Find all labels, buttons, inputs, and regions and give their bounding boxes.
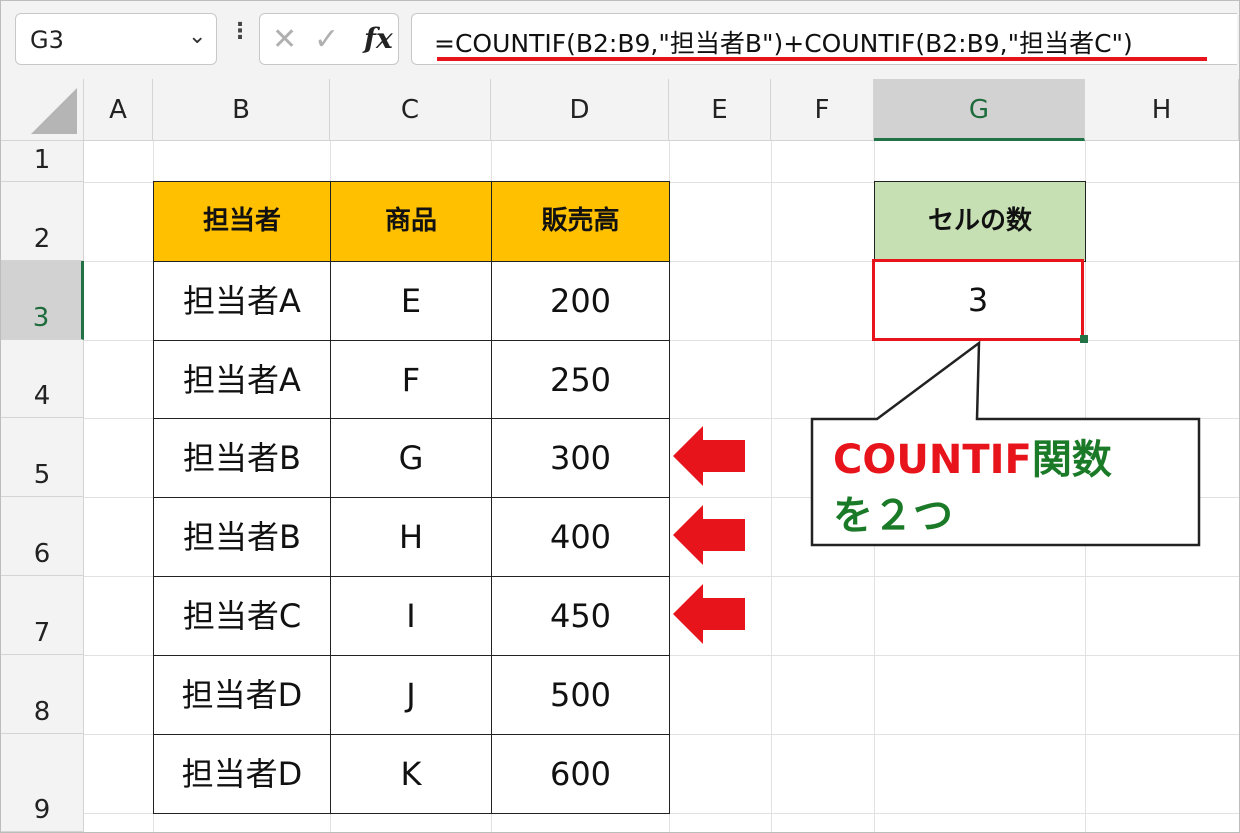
- enter-icon[interactable]: ✓: [314, 22, 339, 57]
- chevron-down-icon[interactable]: ⌄: [188, 24, 206, 49]
- cell-g2[interactable]: セルの数: [874, 181, 1086, 262]
- cell-d8[interactable]: 500: [491, 655, 670, 735]
- gridline: [771, 141, 772, 832]
- formula-buttons: ✕ ✓ fx: [259, 13, 399, 65]
- formula-underline: [437, 57, 1207, 61]
- cell-d3[interactable]: 200: [491, 261, 670, 341]
- callout-green-text: 関数: [1031, 437, 1112, 483]
- cell-c6[interactable]: H: [330, 497, 492, 577]
- more-options-icon[interactable]: ⋮: [229, 19, 251, 44]
- column-header-b[interactable]: B: [153, 79, 330, 141]
- cell-b9[interactable]: 担当者D: [153, 734, 331, 814]
- cell-d7[interactable]: 450: [491, 576, 670, 656]
- fill-handle[interactable]: [1080, 335, 1088, 343]
- cell-b4[interactable]: 担当者A: [153, 340, 331, 419]
- callout-red-text: COUNTIF: [833, 437, 1032, 483]
- row-header-4[interactable]: 4: [1, 340, 84, 418]
- cell-b5[interactable]: 担当者B: [153, 418, 331, 498]
- cell-b7[interactable]: 担当者C: [153, 576, 331, 656]
- red-arrow-icon: [673, 584, 745, 644]
- cell-c8[interactable]: J: [330, 655, 492, 735]
- row-header-2[interactable]: 2: [1, 182, 84, 261]
- insert-function-icon[interactable]: fx: [364, 22, 393, 55]
- column-header-g[interactable]: G: [874, 79, 1085, 141]
- formula-bar: G3 ⌄ ⋮ ✕ ✓ fx =COUNTIF(B2:B9,"担当者B")+COU…: [1, 1, 1239, 79]
- cell-c4[interactable]: F: [330, 340, 492, 419]
- column-header-c[interactable]: C: [330, 79, 491, 141]
- cell-c7[interactable]: I: [330, 576, 492, 656]
- row-header-6[interactable]: 6: [1, 497, 84, 576]
- name-box[interactable]: G3 ⌄: [15, 13, 217, 65]
- row-header-5[interactable]: 5: [1, 418, 84, 497]
- row-header-8[interactable]: 8: [1, 655, 84, 734]
- select-all-icon: [31, 88, 77, 134]
- cell-c2[interactable]: 商品: [330, 181, 492, 262]
- cell-b6[interactable]: 担当者B: [153, 497, 331, 577]
- name-box-value: G3: [30, 26, 64, 54]
- cell-c5[interactable]: G: [330, 418, 492, 498]
- cell-d5[interactable]: 300: [491, 418, 670, 498]
- row-header-1[interactable]: 1: [1, 141, 84, 182]
- red-arrow-icon: [673, 426, 745, 486]
- column-header-d[interactable]: D: [491, 79, 669, 141]
- cell-c3[interactable]: E: [330, 261, 492, 341]
- cell-g3[interactable]: 3: [872, 259, 1084, 341]
- column-header-e[interactable]: E: [669, 79, 771, 141]
- spreadsheet-window: G3 ⌄ ⋮ ✕ ✓ fx =COUNTIF(B2:B9,"担当者B")+COU…: [0, 0, 1240, 833]
- callout-text-line1: COUNTIF関数: [833, 427, 1112, 485]
- row-header-9[interactable]: 9: [1, 734, 84, 832]
- column-header-a[interactable]: A: [84, 79, 153, 141]
- row-header-3[interactable]: 3: [1, 261, 84, 340]
- row-header-7[interactable]: 7: [1, 576, 84, 655]
- column-header-h[interactable]: H: [1085, 79, 1239, 141]
- cell-b8[interactable]: 担当者D: [153, 655, 331, 735]
- cell-d4[interactable]: 250: [491, 340, 670, 419]
- cell-d2[interactable]: 販売高: [491, 181, 670, 262]
- cell-d6[interactable]: 400: [491, 497, 670, 577]
- formula-text: =COUNTIF(B2:B9,"担当者B")+COUNTIF(B2:B9,"担当…: [434, 29, 1133, 58]
- red-arrow-icon: [673, 505, 745, 565]
- cell-c9[interactable]: K: [330, 734, 492, 814]
- column-header-f[interactable]: F: [771, 79, 874, 141]
- cancel-icon[interactable]: ✕: [272, 22, 297, 57]
- select-all-button[interactable]: [1, 79, 84, 141]
- callout-text-line2: を２つ: [833, 493, 953, 539]
- cell-b2[interactable]: 担当者: [153, 181, 331, 262]
- cell-b3[interactable]: 担当者A: [153, 261, 331, 341]
- cell-d9[interactable]: 600: [491, 734, 670, 814]
